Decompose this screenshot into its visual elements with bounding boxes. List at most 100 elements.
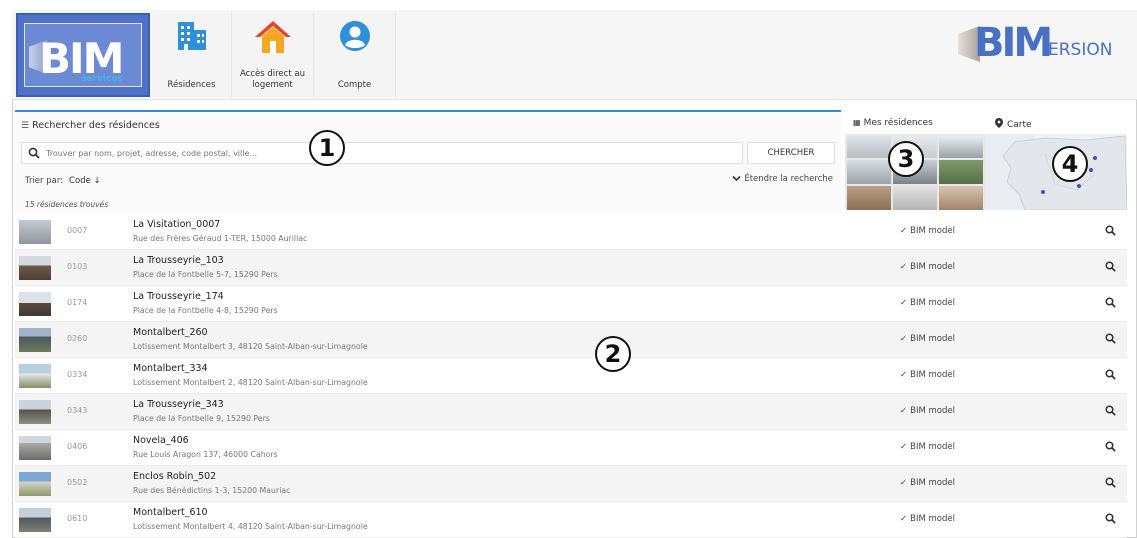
bim-model-status: ✓ BIM model [900, 478, 955, 488]
search-icon[interactable] [1105, 369, 1116, 380]
residence-name[interactable]: La Visitation_0007 [133, 219, 220, 230]
map-marker[interactable] [1041, 190, 1045, 194]
table-row[interactable]: 0406 Novela_406 Rue Louis Aragon 137, 46… [15, 430, 1127, 466]
search-icon[interactable] [1105, 513, 1116, 524]
residence-list: 0007 La Visitation_0007 Rue des Frères G… [15, 214, 1127, 538]
residence-address: Lotissement Montalbert 3, 48120 Saint-Al… [133, 342, 368, 351]
map-marker[interactable] [1093, 156, 1097, 160]
building-icon [177, 22, 206, 50]
table-row[interactable]: 0260 Montalbert_260 Lotissement Montalbe… [15, 322, 1127, 358]
check-icon: ✓ [900, 298, 908, 308]
bim-model-label: BIM model [910, 442, 955, 452]
check-icon: ✓ [900, 370, 908, 380]
nav-direct-access-label: Accès direct au logement [240, 69, 305, 90]
bim-model-label: BIM model [910, 514, 955, 524]
map-marker[interactable] [1077, 184, 1081, 188]
residence-code: 0334 [67, 370, 88, 379]
table-row[interactable]: 0343 La Trousseyrie_343 Place de la Font… [15, 394, 1127, 430]
sort-value[interactable]: Code ↓ [69, 176, 101, 186]
search-button[interactable]: CHERCHER [747, 142, 835, 164]
residence-code: 0174 [67, 298, 88, 307]
residence-name[interactable]: Montalbert_610 [133, 507, 208, 518]
bim-model-status: ✓ BIM model [900, 514, 955, 524]
table-row[interactable]: 0103 La Trousseyrie_103 Place de la Font… [15, 250, 1127, 286]
bim-model-label: BIM model [910, 406, 955, 416]
search-icon[interactable] [1105, 405, 1116, 416]
bim-model-label: BIM model [910, 334, 955, 344]
residence-photo [19, 292, 51, 316]
search-title-text: Rechercher des résidences [32, 120, 160, 131]
table-row[interactable]: 0007 La Visitation_0007 Rue des Frères G… [15, 214, 1127, 250]
table-row[interactable]: 0502 Enclos Robin_502 Rue des Bénédictin… [15, 466, 1127, 502]
residence-photo [19, 364, 51, 388]
residence-photo [19, 436, 51, 460]
extend-search-link[interactable]: Étendre la recherche [732, 174, 833, 184]
map-pin-icon [995, 118, 1003, 128]
logo-right-text: BIM [974, 20, 1053, 66]
check-icon: ✓ [900, 406, 908, 416]
list-icon: ☰ [21, 121, 30, 131]
thumbnail[interactable] [847, 186, 891, 210]
logo-panel: BIM services [24, 23, 142, 87]
results-count: 15 résidences trouvés [25, 200, 109, 209]
residence-code: 0260 [67, 334, 88, 343]
sort-control[interactable]: Trier par: Code ↓ [25, 176, 101, 186]
search-icon[interactable] [1105, 333, 1116, 344]
thumbnail[interactable] [847, 160, 891, 184]
nav-residences[interactable]: Résidences [152, 13, 232, 97]
search-icon[interactable] [1105, 477, 1116, 488]
bim-model-status: ✓ BIM model [900, 442, 955, 452]
residence-code: 0007 [67, 226, 88, 235]
table-row[interactable]: 0334 Montalbert_334 Lotissement Montalbe… [15, 358, 1127, 394]
search-icon[interactable] [1105, 297, 1116, 308]
thumbnail[interactable] [939, 136, 983, 158]
bim-model-status: ✓ BIM model [900, 370, 955, 380]
residence-name[interactable]: La Trousseyrie_343 [133, 399, 224, 410]
thumbnail[interactable] [939, 160, 983, 184]
residence-name[interactable]: La Trousseyrie_174 [133, 291, 224, 302]
check-icon: ✓ [900, 262, 908, 272]
extend-search-label: Étendre la recherche [744, 174, 833, 184]
search-icon[interactable] [1105, 441, 1116, 452]
logo-right-subtext: ERSION [1048, 40, 1113, 60]
residence-name[interactable]: Montalbert_260 [133, 327, 208, 338]
residence-name[interactable]: Enclos Robin_502 [133, 471, 216, 482]
tab-map-label: Carte [1007, 120, 1032, 130]
check-icon: ✓ [900, 478, 908, 488]
callout-4: 4 [1052, 146, 1088, 182]
residence-photo [19, 472, 51, 496]
residence-name[interactable]: Novela_406 [133, 435, 189, 446]
tab-map[interactable]: Carte [985, 110, 1127, 134]
residence-code: 0103 [67, 262, 88, 271]
residence-name[interactable]: La Trousseyrie_103 [133, 255, 224, 266]
bim-model-status: ✓ BIM model [900, 334, 955, 344]
bim-model-status: ✓ BIM model [900, 298, 955, 308]
residence-photo [19, 400, 51, 424]
bim-model-status: ✓ BIM model [900, 226, 955, 236]
residence-code: 0406 [67, 442, 88, 451]
thumbnail[interactable] [847, 136, 891, 158]
nav-direct-access[interactable]: Accès direct au logement [232, 13, 314, 97]
residence-name[interactable]: Montalbert_334 [133, 363, 208, 374]
tab-my-residences[interactable]: ▦ Mes résidences [845, 110, 985, 134]
thumbnail[interactable] [939, 186, 983, 210]
residence-address: Place de la Fontbelle 9, 15290 Pers [133, 414, 270, 423]
search-icon[interactable] [1105, 261, 1116, 272]
search-panel: ☰Rechercher des résidences CHERCHER Trie… [15, 110, 841, 214]
search-box[interactable] [21, 142, 743, 164]
table-row[interactable]: 0610 Montalbert_610 Lotissement Montalbe… [15, 502, 1127, 538]
map-marker[interactable] [1089, 168, 1093, 172]
residence-address: Place de la Fontbelle 5-7, 15290 Pers [133, 270, 278, 279]
search-input[interactable] [46, 145, 736, 161]
table-row[interactable]: 0174 La Trousseyrie_174 Place de la Font… [15, 286, 1127, 322]
bim-services-logo[interactable]: BIM services [16, 13, 150, 97]
thumbnail[interactable] [893, 186, 937, 210]
callout-1: 1 [309, 130, 345, 166]
user-icon [339, 21, 370, 51]
residence-code: 0502 [67, 478, 88, 487]
nav-residences-label: Résidences [167, 80, 216, 90]
search-panel-title: ☰ Rechercher des résidences [21, 120, 160, 131]
bim-model-label: BIM model [910, 478, 955, 488]
nav-account[interactable]: Compte [314, 13, 396, 97]
search-icon[interactable] [1105, 225, 1116, 236]
